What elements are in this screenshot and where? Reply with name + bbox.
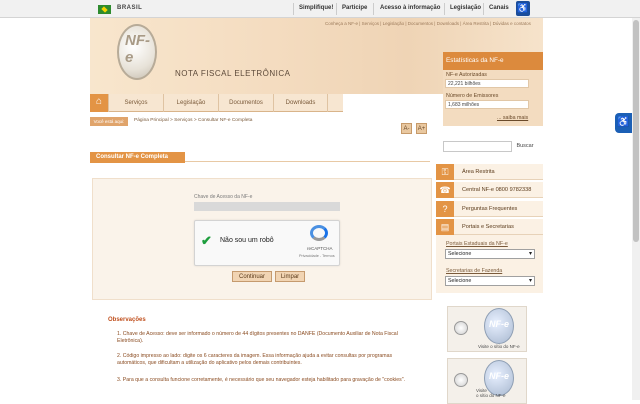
captcha-label: Não sou um robô [220, 237, 274, 244]
search-button[interactable]: Buscar [514, 141, 536, 152]
separator [373, 3, 374, 15]
video-caption: o sítio do NF-e [476, 393, 506, 398]
video-caption: Visite o sítio do NF-e [478, 344, 520, 349]
recaptcha-terms[interactable]: Privacidade - Termos [299, 254, 335, 258]
font-increase-button[interactable]: A+ [416, 123, 427, 134]
you-are-here-label: Você está aqui: [90, 117, 128, 126]
observation-item: 2. Código impresso ao lado: digite os 6 … [117, 353, 393, 366]
menu-item-documentos[interactable]: Documentos [218, 94, 273, 112]
separator [336, 3, 337, 15]
home-icon[interactable]: ⌂ [90, 94, 108, 112]
sidebar-item-label: Perguntas Frequentes [462, 206, 518, 212]
observation-item: 3. Para que a consulta funcione corretam… [117, 377, 406, 383]
observations-title: Observações [108, 317, 146, 323]
clear-button[interactable]: Limpar [275, 271, 305, 282]
menu-item-legislacao[interactable]: Legislação [163, 94, 218, 112]
breadcrumb[interactable]: Página Principal > Serviços > Consultar … [134, 118, 252, 123]
saiba-mais-link[interactable]: ... saiba mais [497, 115, 528, 121]
logo-text: NF-e [125, 32, 150, 66]
brasil-link[interactable]: BRASIL [117, 5, 142, 11]
portais-label: Portais Estaduais da NF-e [446, 241, 508, 247]
menu-item-downloads[interactable]: Downloads [273, 94, 328, 112]
menu-item-servicos[interactable]: Serviços [108, 94, 163, 112]
nfe-logo-icon: NF-e [484, 360, 514, 396]
secretarias-select[interactable]: Selecione [445, 276, 535, 286]
authorized-value: 22,221 bilhões [445, 79, 529, 88]
question-icon: ? [436, 201, 454, 217]
portal-icon: ▤ [436, 219, 454, 235]
stats-title: Estatísticas da NF-e [443, 52, 543, 70]
checkmark-icon[interactable]: ✔ [201, 233, 212, 249]
globe-icon [454, 373, 468, 387]
gov-link-legislacao[interactable]: Legislação [450, 5, 481, 11]
portais-select[interactable]: Selecione [445, 249, 535, 259]
continue-button[interactable]: Continuar [232, 271, 272, 282]
site-title: NOTA FISCAL ELETRÔNICA [175, 69, 291, 78]
gov-link-canais[interactable]: Canais [489, 5, 509, 11]
sidebar-item-label: Portais e Secretarias [462, 224, 514, 230]
globe-icon [454, 321, 468, 335]
recaptcha-logo-icon [310, 225, 328, 241]
issuers-label: Número de Emissores [446, 93, 499, 99]
chave-input[interactable] [194, 202, 340, 211]
sidebar-item-label: Área Restrita [462, 169, 495, 175]
scrollbar-thumb[interactable] [633, 20, 639, 242]
key-icon: ⚿ [436, 164, 454, 180]
accessibility-icon[interactable]: ♿ [516, 1, 530, 16]
search-input[interactable] [443, 141, 512, 152]
authorized-label: NF-e Autorizadas [446, 72, 487, 78]
nfe-logo[interactable]: NF-e [117, 24, 157, 80]
separator [444, 3, 445, 15]
font-decrease-button[interactable]: A- [401, 123, 412, 134]
separator [483, 3, 484, 15]
nfe-logo-icon: NF-e [484, 308, 514, 344]
separator [293, 3, 294, 15]
gov-link-simplifique[interactable]: Simplifique! [299, 5, 333, 11]
issuers-value: 1,683 milhões [445, 100, 529, 109]
observation-item: 1. Chave de Acesso: deve ser informado o… [117, 331, 398, 344]
recaptcha-brand: reCAPTCHA [307, 246, 333, 251]
top-links[interactable]: Conheça a NF-e | Serviços | Legislação |… [325, 21, 531, 26]
brazil-flag-icon[interactable] [98, 5, 111, 14]
title-divider [185, 161, 430, 162]
chave-label: Chave de Acesso da NF-e [194, 194, 253, 200]
secretarias-label: Secretarias de Fazenda [446, 268, 503, 274]
page-title: Consultar NF-e Completa [90, 152, 185, 163]
accessibility-extension-icon[interactable]: ♿ [615, 113, 632, 133]
gov-link-acesso[interactable]: Acesso à informação [380, 5, 440, 11]
sidebar-item-label: Central NF-e 0800 9782338 [462, 187, 532, 193]
gov-link-participe[interactable]: Participe [342, 5, 367, 11]
phone-icon: ☎ [436, 182, 454, 198]
